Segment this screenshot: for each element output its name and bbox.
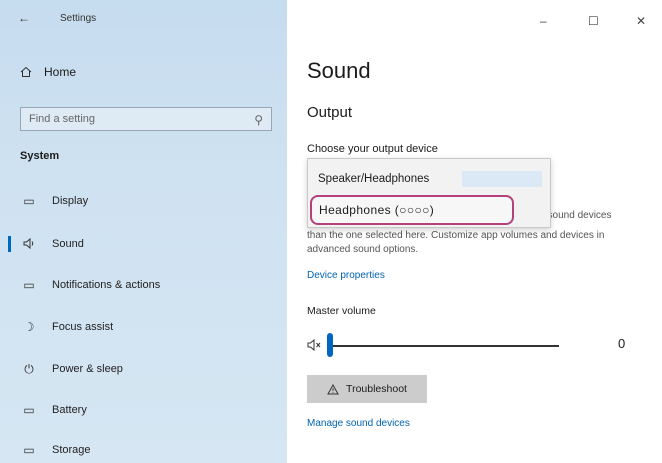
warning-icon	[327, 383, 339, 394]
sidebar-item-power-sleep[interactable]: ⏻ Power & sleep	[0, 351, 287, 387]
output-heading: Output	[307, 104, 353, 121]
sidebar-item-display[interactable]: ▭ Display	[0, 183, 287, 219]
display-icon: ▭	[23, 194, 35, 208]
manage-sound-devices-link[interactable]: Manage sound devices	[307, 418, 410, 429]
option-highlight	[462, 171, 542, 187]
sidebar-item-label: Storage	[52, 444, 91, 456]
sidebar-item-sound[interactable]: Sound	[0, 226, 287, 262]
dropdown-option-speaker-headphones[interactable]: Speaker/Headphones	[314, 169, 544, 189]
search-placeholder: Find a setting	[29, 113, 96, 125]
sidebar-item-label: Sound	[52, 238, 84, 250]
notifications-icon: ▭	[23, 278, 35, 292]
sidebar-item-battery[interactable]: ▭ Battery	[0, 392, 287, 428]
sidebar-item-label: Power & sleep	[52, 363, 123, 375]
option-label: Speaker/Headphones	[318, 173, 430, 185]
back-button[interactable]: ←	[18, 11, 30, 25]
sidebar-item-label: Notifications & actions	[52, 279, 161, 291]
search-input[interactable]: Find a setting ⚲	[20, 107, 272, 131]
home-label: Home	[44, 65, 77, 79]
close-button[interactable]: ✕	[636, 14, 646, 28]
master-volume-label: Master volume	[307, 305, 376, 317]
option-label: Headphones (○○○○)	[319, 203, 435, 217]
battery-icon: ▭	[23, 403, 35, 417]
speaker-icon	[22, 237, 36, 251]
home-icon	[20, 66, 32, 77]
device-properties-link[interactable]: Device properties	[307, 270, 385, 281]
sidebar: ← Settings Home Find a setting ⚲ System …	[0, 0, 287, 463]
output-device-dropdown[interactable]: Speaker/Headphones Headphones (○○○○)	[307, 158, 551, 228]
minimize-button[interactable]: –	[540, 14, 547, 28]
volume-slider-thumb[interactable]	[327, 333, 333, 357]
sidebar-item-storage[interactable]: ▭ Storage	[0, 432, 287, 463]
main-panel: – ☐ ✕ Sound Output Choose your output de…	[287, 0, 662, 463]
section-title: System	[20, 150, 60, 162]
mute-speaker-icon[interactable]	[307, 338, 323, 354]
volume-value: 0	[618, 336, 626, 351]
title-bar: ← Settings	[0, 0, 287, 36]
choose-device-label: Choose your output device	[307, 143, 438, 155]
output-description: than the one selected here. Customize ap…	[307, 230, 605, 255]
sidebar-item-home[interactable]: Home	[20, 65, 76, 79]
power-icon: ⏻	[24, 362, 34, 376]
sidebar-item-label: Battery	[52, 404, 87, 416]
sidebar-item-focus-assist[interactable]: ☽ Focus assist	[0, 309, 287, 345]
troubleshoot-button[interactable]: Troubleshoot	[307, 375, 427, 403]
volume-slider[interactable]	[327, 345, 559, 347]
page-title: Sound	[307, 58, 371, 83]
sidebar-item-label: Focus assist	[52, 321, 114, 333]
search-icon: ⚲	[254, 113, 263, 127]
troubleshoot-label: Troubleshoot	[346, 383, 407, 395]
storage-icon: ▭	[23, 443, 35, 457]
maximize-button[interactable]: ☐	[588, 14, 599, 28]
description-tail: t sound devices	[542, 210, 612, 221]
sidebar-item-notifications[interactable]: ▭ Notifications & actions	[0, 267, 287, 303]
window-title: Settings	[60, 13, 97, 24]
dropdown-option-headphones[interactable]: Headphones (○○○○)	[310, 195, 514, 225]
sidebar-item-label: Display	[52, 195, 89, 207]
moon-icon: ☽	[23, 320, 35, 334]
